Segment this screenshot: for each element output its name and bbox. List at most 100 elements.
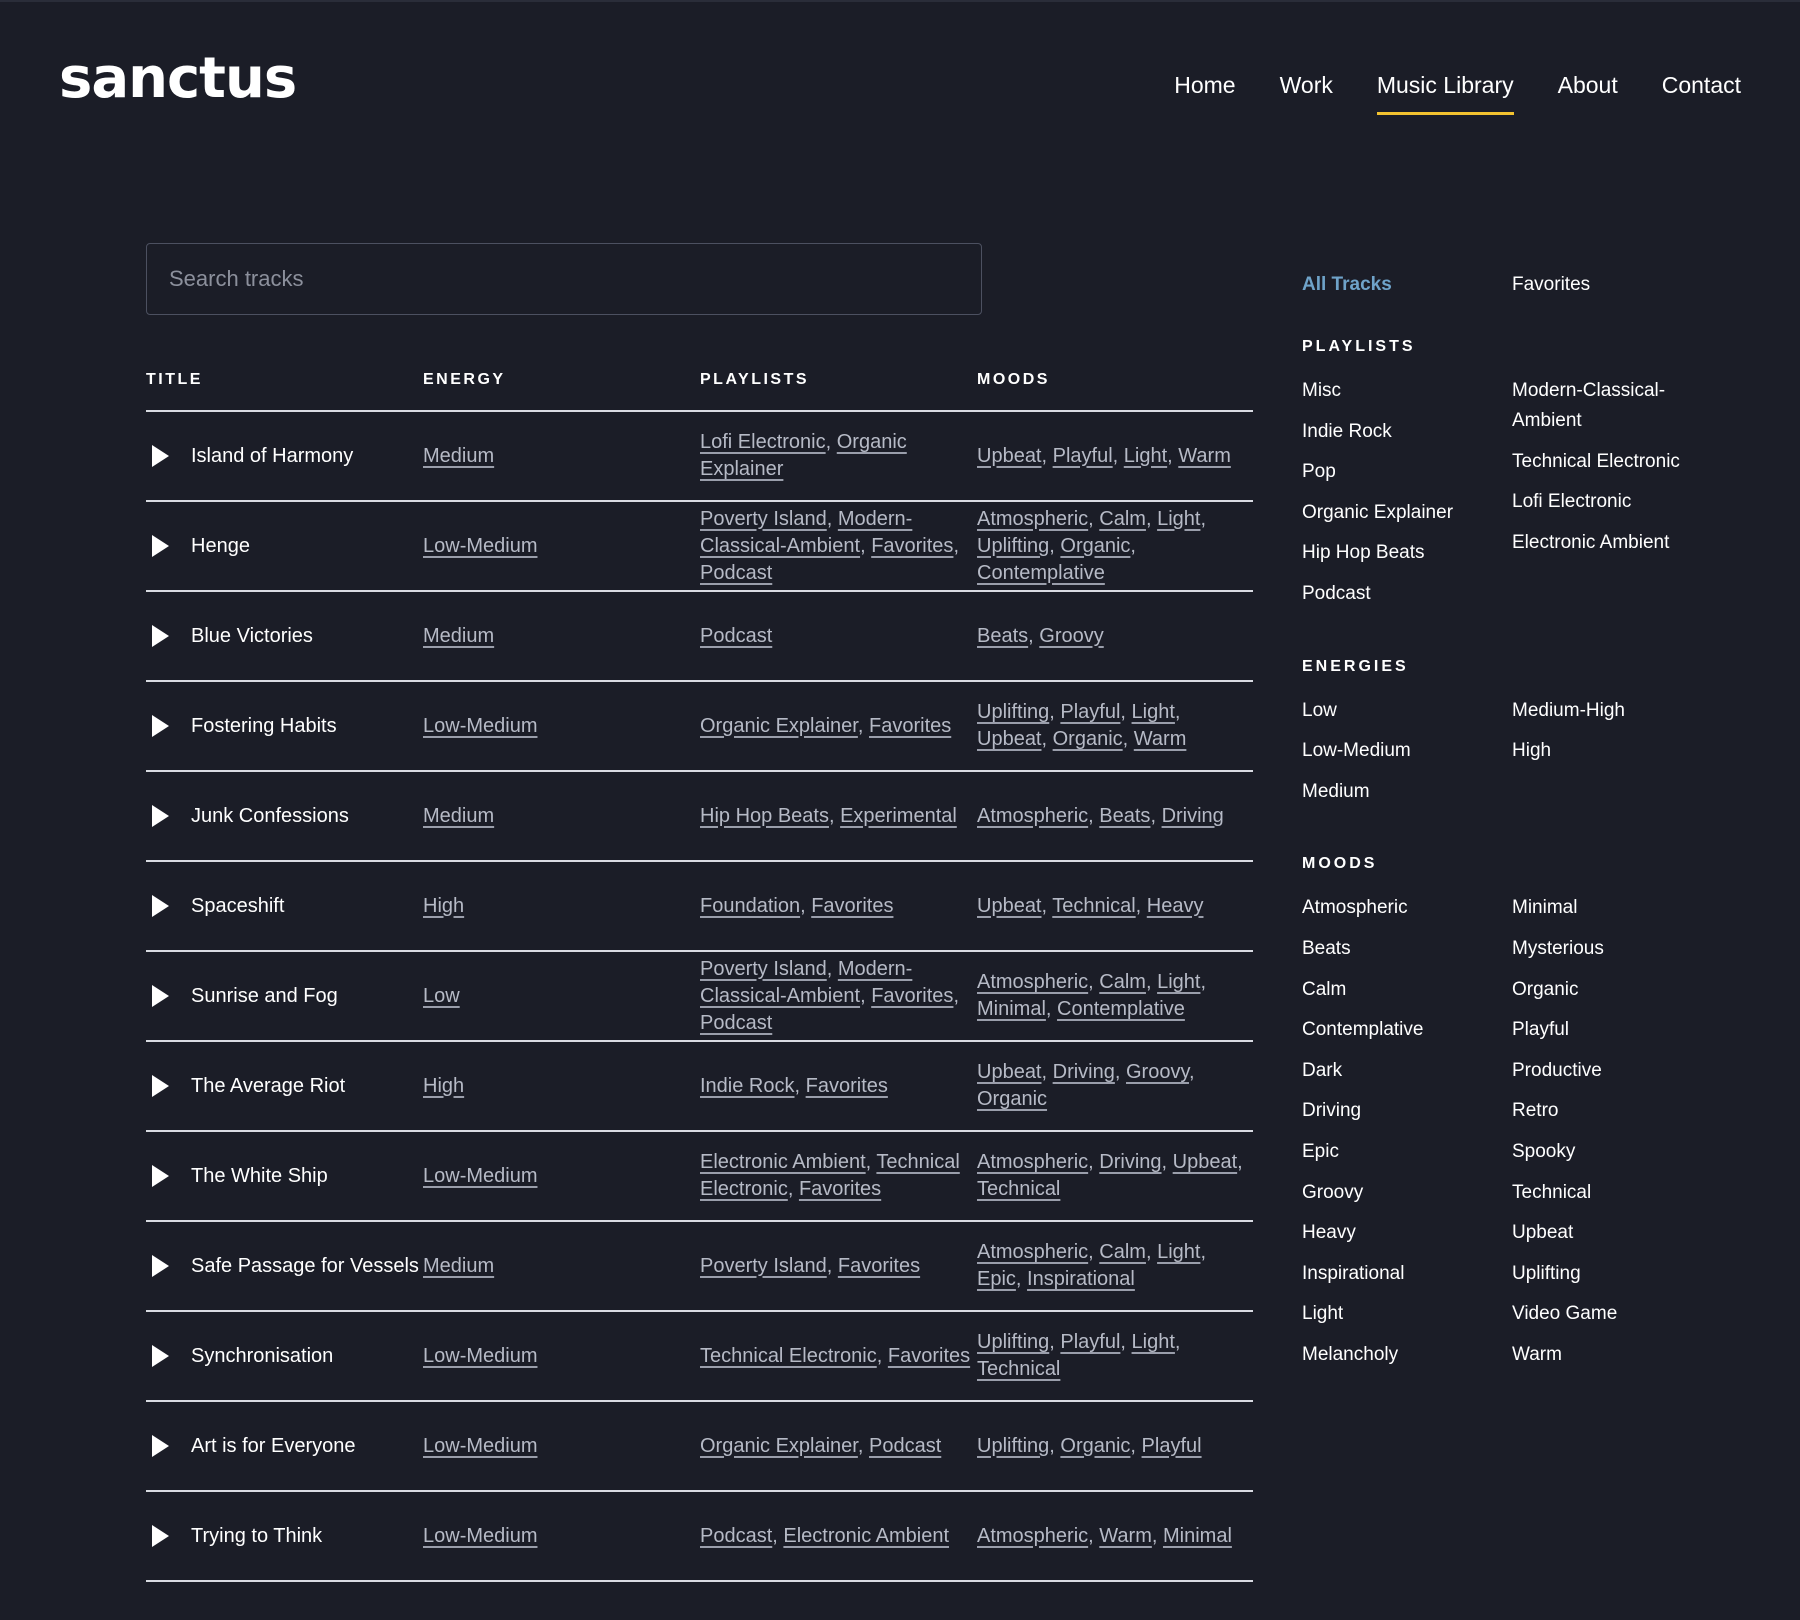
mood-link[interactable]: Organic [1053, 728, 1123, 750]
filter-item[interactable]: Low [1302, 696, 1492, 726]
filter-item[interactable]: Beats [1302, 934, 1492, 964]
playlist-link[interactable]: Podcast [869, 1435, 941, 1457]
mood-link[interactable]: Calm [1099, 508, 1146, 530]
playlist-link[interactable]: Lofi Electronic [700, 431, 826, 453]
energy-link[interactable]: High [423, 1075, 464, 1097]
playlist-link[interactable]: Favorites [871, 985, 953, 1007]
playlist-link[interactable]: Favorites [888, 1345, 970, 1367]
playlist-link[interactable]: Podcast [700, 625, 772, 647]
play-icon[interactable] [152, 1435, 169, 1457]
filter-item[interactable]: Electronic Ambient [1512, 528, 1702, 558]
energy-link[interactable]: Medium [423, 625, 494, 647]
filter-item[interactable]: Hip Hop Beats [1302, 538, 1492, 568]
mood-link[interactable]: Contemplative [1057, 998, 1185, 1020]
play-icon[interactable] [152, 535, 169, 557]
energy-link[interactable]: Medium [423, 805, 494, 827]
mood-link[interactable]: Atmospheric [977, 1241, 1088, 1263]
filter-item[interactable]: Misc [1302, 376, 1492, 406]
filter-item[interactable]: Organic Explainer [1302, 498, 1492, 528]
play-icon[interactable] [152, 1075, 169, 1097]
tab-all-tracks[interactable]: All Tracks [1302, 270, 1512, 300]
play-icon[interactable] [152, 805, 169, 827]
mood-link[interactable]: Light [1157, 971, 1200, 993]
mood-link[interactable]: Beats [977, 625, 1028, 647]
playlist-link[interactable]: Organic Explainer [700, 715, 858, 737]
play-icon[interactable] [152, 625, 169, 647]
mood-link[interactable]: Uplifting [977, 535, 1049, 557]
playlist-link[interactable]: Electronic Ambient [783, 1525, 949, 1547]
mood-link[interactable]: Warm [1099, 1525, 1152, 1547]
mood-link[interactable]: Calm [1099, 971, 1146, 993]
mood-link[interactable]: Heavy [1147, 895, 1204, 917]
mood-link[interactable]: Atmospheric [977, 1525, 1088, 1547]
playlist-link[interactable]: Favorites [869, 715, 951, 737]
filter-item[interactable]: Podcast [1302, 579, 1492, 609]
filter-item[interactable]: Heavy [1302, 1218, 1492, 1248]
play-icon[interactable] [152, 1165, 169, 1187]
mood-link[interactable]: Light [1157, 1241, 1200, 1263]
playlist-link[interactable]: Organic Explainer [700, 1435, 858, 1457]
mood-link[interactable]: Beats [1099, 805, 1150, 827]
tab-favorites[interactable]: Favorites [1512, 270, 1722, 300]
mood-link[interactable]: Minimal [977, 998, 1046, 1020]
mood-link[interactable]: Epic [977, 1268, 1016, 1290]
filter-item[interactable]: Uplifting [1512, 1259, 1702, 1289]
play-icon[interactable] [152, 1525, 169, 1547]
mood-link[interactable]: Warm [1134, 728, 1187, 750]
mood-link[interactable]: Technical [977, 1178, 1060, 1200]
mood-link[interactable]: Uplifting [977, 701, 1049, 723]
mood-link[interactable]: Playful [1060, 1331, 1120, 1353]
mood-link[interactable]: Light [1124, 445, 1167, 467]
energy-link[interactable]: High [423, 895, 464, 917]
playlist-link[interactable]: Podcast [700, 1525, 772, 1547]
track-title-text[interactable]: Sunrise and Fog [191, 983, 338, 1010]
mood-link[interactable]: Driving [1053, 1061, 1115, 1083]
filter-item[interactable]: Atmospheric [1302, 893, 1492, 923]
track-title-text[interactable]: Junk Confessions [191, 803, 349, 830]
track-title-text[interactable]: Island of Harmony [191, 443, 353, 470]
sanctus-logo[interactable]: sanctus [59, 44, 297, 114]
play-icon[interactable] [152, 985, 169, 1007]
playlist-link[interactable]: Experimental [840, 805, 957, 827]
track-title-text[interactable]: Spaceshift [191, 893, 284, 920]
mood-link[interactable]: Technical [977, 1358, 1060, 1380]
mood-link[interactable]: Warm [1178, 445, 1231, 467]
mood-link[interactable]: Playful [1053, 445, 1113, 467]
energy-link[interactable]: Low-Medium [423, 1345, 537, 1367]
mood-link[interactable]: Driving [1162, 805, 1224, 827]
play-icon[interactable] [152, 445, 169, 467]
filter-item[interactable]: Mysterious [1512, 934, 1702, 964]
track-title-text[interactable]: Henge [191, 533, 250, 560]
filter-item[interactable]: Technical Electronic [1512, 447, 1702, 477]
mood-link[interactable]: Inspirational [1027, 1268, 1135, 1290]
playlist-link[interactable]: Poverty Island [700, 958, 827, 980]
playlist-link[interactable]: Podcast [700, 562, 772, 584]
track-title-text[interactable]: Trying to Think [191, 1523, 322, 1550]
track-title-text[interactable]: Art is for Everyone [191, 1433, 356, 1460]
energy-link[interactable]: Medium [423, 445, 494, 467]
filter-item[interactable]: Playful [1512, 1015, 1702, 1045]
mood-link[interactable]: Groovy [1126, 1061, 1189, 1083]
filter-item[interactable]: Driving [1302, 1096, 1492, 1126]
track-title-text[interactable]: The Average Riot [191, 1073, 345, 1100]
mood-link[interactable]: Atmospheric [977, 805, 1088, 827]
filter-item[interactable]: Calm [1302, 975, 1492, 1005]
mood-link[interactable]: Light [1132, 701, 1175, 723]
track-title-text[interactable]: Synchronisation [191, 1343, 333, 1370]
mood-link[interactable]: Atmospheric [977, 508, 1088, 530]
mood-link[interactable]: Uplifting [977, 1331, 1049, 1353]
playlist-link[interactable]: Favorites [811, 895, 893, 917]
mood-link[interactable]: Atmospheric [977, 971, 1088, 993]
filter-item[interactable]: Dark [1302, 1056, 1492, 1086]
energy-link[interactable]: Low-Medium [423, 535, 537, 557]
mood-link[interactable]: Groovy [1039, 625, 1103, 647]
mood-link[interactable]: Upbeat [977, 895, 1042, 917]
playlist-link[interactable]: Foundation [700, 895, 800, 917]
filter-item[interactable]: Pop [1302, 457, 1492, 487]
track-title-text[interactable]: The White Ship [191, 1163, 328, 1190]
energy-link[interactable]: Low [423, 985, 460, 1007]
filter-item[interactable]: Medium-High [1512, 696, 1702, 726]
mood-link[interactable]: Calm [1099, 1241, 1146, 1263]
filter-item[interactable]: Contemplative [1302, 1015, 1492, 1045]
mood-link[interactable]: Upbeat [977, 445, 1042, 467]
